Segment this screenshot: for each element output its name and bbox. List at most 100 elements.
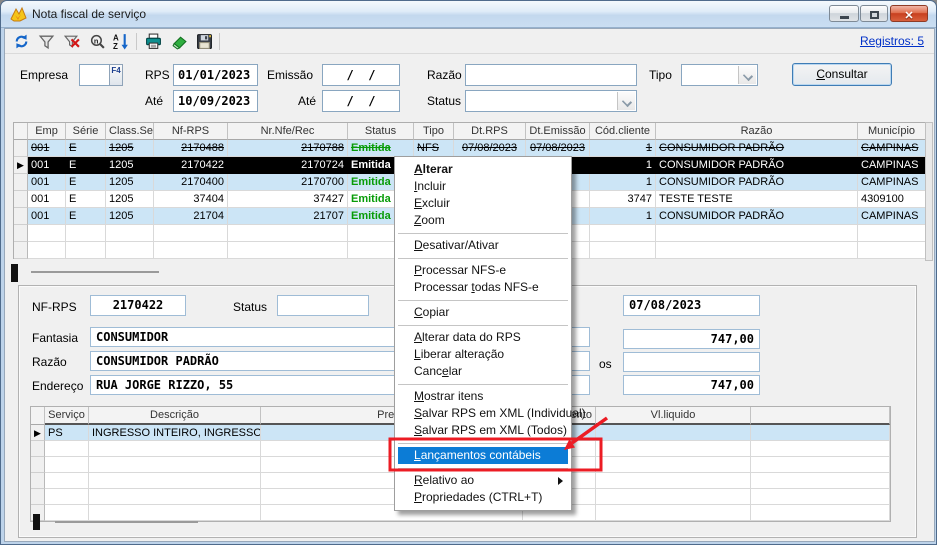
- grid-hscroll-line[interactable]: [31, 271, 159, 273]
- menu-separator: [395, 296, 571, 304]
- refresh-button[interactable]: [11, 32, 31, 52]
- items-column-header-descricao[interactable]: Descrição: [89, 407, 261, 425]
- cell: INGRESSO INTEIRO, INGRESSO MEIO E ING: [89, 425, 261, 441]
- cell: 3747: [590, 191, 656, 208]
- menu-item-desativar-ativar[interactable]: Desativar/Ativar: [395, 237, 571, 254]
- menu-item-lancamentos-contabeis[interactable]: Lançamentos contábeis: [398, 447, 568, 464]
- emissao-to-input[interactable]: / /: [322, 90, 400, 112]
- column-header-nf-rps[interactable]: Nf-RPS: [154, 123, 228, 140]
- menu-item-salvar-rps-em-xml-todos[interactable]: Salvar RPS em XML (Todos): [395, 422, 571, 439]
- grid-gutter-header: [14, 123, 28, 140]
- column-header-serie[interactable]: Série: [66, 123, 106, 140]
- items-column-header-servico[interactable]: Serviço: [45, 407, 89, 425]
- rps-from-input[interactable]: 01/01/2023: [173, 64, 258, 86]
- toolbar: n A Z: [5, 29, 934, 54]
- emissao-from-input[interactable]: / /: [322, 64, 400, 86]
- title-bar[interactable]: Nota fiscal de serviço ✕: [1, 1, 936, 28]
- chevron-down-icon[interactable]: [617, 92, 635, 110]
- menu-item-cancelar[interactable]: Cancelar: [395, 363, 571, 380]
- minimize-button[interactable]: [829, 5, 859, 22]
- menu-item-salvar-rps-em-xml-individual[interactable]: Salvar RPS em XML (Individual): [395, 405, 571, 422]
- descontos-value: [623, 352, 760, 372]
- cell: 1205: [106, 191, 154, 208]
- column-header-dt-rps[interactable]: Dt.RPS: [454, 123, 526, 140]
- cell: 1: [590, 208, 656, 225]
- column-header-nr-nfe-rec[interactable]: Nr.Nfe/Rec: [228, 123, 348, 140]
- menu-item-processar-todas-nfs-e[interactable]: Processar todas NFS-e: [395, 279, 571, 296]
- clear-filter-button[interactable]: [61, 32, 81, 52]
- column-header-class-serv[interactable]: Class.Serv.: [106, 123, 154, 140]
- menu-item-propriedades-ctrl-t[interactable]: Propriedades (CTRL+T): [395, 489, 571, 506]
- column-header-cod-cliente[interactable]: Cód.cliente: [590, 123, 656, 140]
- consultar-button[interactable]: Consultar: [792, 63, 892, 86]
- cell: 2170700: [228, 174, 348, 191]
- save-button[interactable]: [194, 32, 214, 52]
- find-button[interactable]: n: [87, 32, 107, 52]
- column-header-status[interactable]: Status: [348, 123, 414, 140]
- cell: 1205: [106, 140, 154, 157]
- rps-to-input[interactable]: 10/09/2023: [173, 90, 258, 112]
- row-marker: [14, 191, 28, 208]
- menu-item-incluir[interactable]: Incluir: [395, 178, 571, 195]
- grid-hscroll-thumb[interactable]: [11, 264, 18, 282]
- date-detail-value: 07/08/2023: [623, 295, 760, 316]
- menu-item-relativo-ao[interactable]: Relativo ao: [395, 472, 571, 489]
- razao-detail-label: Razão: [32, 355, 67, 369]
- items-column-header-blank[interactable]: [751, 407, 890, 425]
- cell: 2170488: [154, 140, 228, 157]
- status-select[interactable]: EMITIDAS: [465, 90, 637, 112]
- empresa-label: Empresa: [20, 68, 68, 82]
- sort-button[interactable]: A Z: [111, 32, 131, 52]
- close-button[interactable]: ✕: [890, 5, 928, 22]
- grid-header-row: EmpSérieClass.Serv.Nf-RPSNr.Nfe/RecStatu…: [14, 123, 925, 140]
- menu-item-copiar[interactable]: Copiar: [395, 304, 571, 321]
- empresa-input[interactable]: [79, 64, 110, 86]
- menu-item-liberar-alteracao[interactable]: Liberar alteração: [395, 346, 571, 363]
- status-label: Status: [427, 94, 461, 108]
- maximize-button[interactable]: [860, 5, 888, 22]
- menu-item-processar-nfs-e[interactable]: Processar NFS-e: [395, 262, 571, 279]
- cell: 07/08/2023: [526, 140, 590, 157]
- cell: 001: [28, 157, 66, 174]
- column-header-tipo[interactable]: Tipo: [414, 123, 454, 140]
- razao-label: Razão: [427, 68, 462, 82]
- column-header-dt-emissao[interactable]: Dt.Emissão: [526, 123, 590, 140]
- menu-item-alterar[interactable]: Alterar: [395, 161, 571, 178]
- chevron-down-icon[interactable]: [738, 66, 756, 84]
- rps-label: RPS: [145, 68, 170, 82]
- nf-rps-detail-label: NF-RPS: [32, 300, 77, 314]
- razao-input[interactable]: [465, 64, 637, 86]
- registros-link[interactable]: Registros: 5: [860, 34, 924, 48]
- nf-rps-detail-value: 2170422: [90, 295, 186, 316]
- cell: 001: [28, 191, 66, 208]
- context-menu: AlterarIncluirExcluirZoom Desativar/Ativa…: [394, 156, 572, 511]
- column-header-emp[interactable]: Emp: [28, 123, 66, 140]
- menu-item-zoom[interactable]: Zoom: [395, 212, 571, 229]
- emissao-label: Emissão: [267, 68, 313, 82]
- tipo-label: Tipo: [649, 68, 672, 82]
- cell: 37427: [228, 191, 348, 208]
- cell: E: [66, 140, 106, 157]
- print-button[interactable]: [143, 32, 163, 52]
- fantasia-label: Fantasia: [32, 331, 78, 345]
- f4-lookup-button[interactable]: F4: [109, 64, 123, 86]
- tipo-select[interactable]: TODOS: [681, 64, 758, 86]
- cell: CAMPINAS: [858, 140, 926, 157]
- cell: 001: [28, 208, 66, 225]
- items-column-header-vl-liquido[interactable]: Vl.liquido: [596, 407, 751, 425]
- grid-vertical-scrollbar[interactable]: [925, 122, 933, 261]
- items-hscroll-thumb[interactable]: [33, 514, 40, 530]
- cell: E: [66, 174, 106, 191]
- items-hscroll-line[interactable]: [55, 521, 198, 523]
- row-marker: ▶: [31, 425, 45, 441]
- column-header-municipio[interactable]: Município: [858, 123, 926, 140]
- table-row[interactable]: 001E120521704882170788EmitidaNFS07/08/20…: [14, 140, 925, 157]
- liquido-value: 747,00: [623, 375, 760, 395]
- menu-item-alterar-data-do-rps[interactable]: Alterar data do RPS: [395, 329, 571, 346]
- column-header-razao[interactable]: Razão: [656, 123, 858, 140]
- menu-item-excluir[interactable]: Excluir: [395, 195, 571, 212]
- erase-button[interactable]: [169, 32, 189, 52]
- cell: Emitida: [348, 140, 414, 157]
- filter-button[interactable]: [36, 32, 56, 52]
- menu-item-mostrar-itens[interactable]: Mostrar itens: [395, 388, 571, 405]
